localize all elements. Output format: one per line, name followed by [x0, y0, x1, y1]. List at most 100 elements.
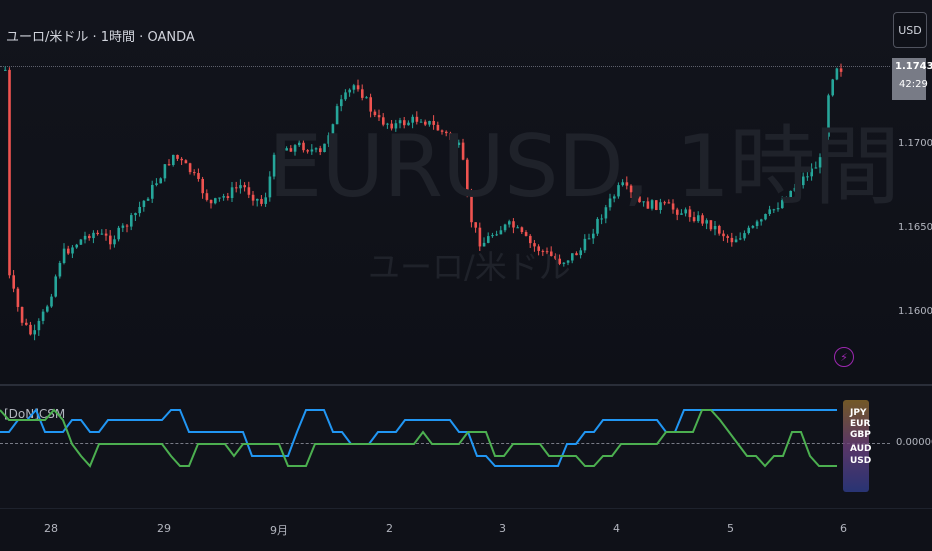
candle-body	[508, 221, 511, 225]
candle-body	[25, 322, 28, 325]
candle-body	[730, 237, 734, 243]
candle-body	[100, 233, 104, 235]
candle-body	[524, 232, 528, 236]
candle-body	[67, 248, 70, 254]
candle-body	[474, 222, 477, 228]
candle-body	[713, 225, 717, 230]
candle-body	[205, 193, 209, 200]
currency-label-aud: AUD	[850, 444, 872, 454]
candle-body	[491, 235, 494, 237]
candle-body	[226, 196, 230, 198]
candle-body	[239, 185, 242, 189]
candle-body	[755, 221, 759, 226]
time-label: 29	[157, 522, 171, 535]
time-axis[interactable]	[0, 508, 932, 551]
candle-body	[214, 198, 217, 204]
candle-body	[113, 239, 116, 245]
candle-body	[251, 194, 255, 201]
candle-body	[159, 178, 162, 184]
time-label: 4	[613, 522, 620, 535]
currency-label-jpy: JPY	[850, 408, 867, 418]
candle-body	[209, 199, 213, 204]
candle-body	[172, 154, 175, 165]
candle-body	[571, 253, 574, 261]
candle-body	[348, 89, 351, 93]
candle-body	[167, 164, 171, 166]
candle-body	[839, 68, 843, 72]
price-tick: 1.16500	[898, 222, 932, 233]
candle-body	[726, 236, 729, 238]
candle-body	[260, 198, 263, 204]
candle-body	[256, 198, 259, 201]
candle-body	[579, 250, 582, 256]
candle-body	[176, 154, 179, 159]
candle-body	[596, 218, 599, 234]
candle-body	[184, 160, 188, 164]
candle-body	[8, 69, 11, 276]
time-label: 5	[727, 522, 734, 535]
time-label: 3	[499, 522, 506, 535]
candle-body	[16, 288, 20, 307]
current-price-tag: 1.17432 42:29	[892, 58, 932, 100]
candle-body	[41, 311, 45, 321]
candle-body	[138, 206, 141, 214]
time-label: 9月	[270, 524, 288, 537]
candle-body	[499, 230, 503, 235]
candle-body	[743, 233, 746, 239]
candle-body	[50, 296, 53, 307]
candle-body	[709, 220, 713, 230]
currency-label-usd: USD	[850, 456, 872, 466]
candle-body	[37, 320, 41, 331]
candle-body	[75, 244, 78, 248]
symbol-title[interactable]: ユーロ/米ドル · 1時間 · OANDA	[6, 26, 195, 45]
candle-body	[197, 173, 200, 179]
price-tick: 1.16000	[898, 306, 932, 317]
candle-body	[495, 234, 498, 236]
candle-body	[188, 163, 192, 173]
candle-body	[180, 158, 183, 161]
candle-body	[201, 178, 204, 194]
time-label: 6	[840, 522, 847, 535]
candle-body	[222, 196, 225, 198]
candle-body	[516, 227, 519, 229]
candle-body	[739, 238, 742, 240]
candle-body	[151, 184, 154, 199]
candle-body	[235, 187, 238, 189]
candle-body	[125, 225, 129, 227]
currency-button[interactable]: USD	[893, 12, 927, 48]
candle-body	[155, 183, 158, 185]
candle-body	[503, 224, 507, 231]
eur-strength-line	[0, 408, 837, 468]
candle-body	[71, 247, 74, 254]
currency-label-gbp: GBP	[850, 430, 871, 440]
candle-body	[46, 306, 49, 312]
time-label: 2	[386, 522, 393, 535]
bar-countdown: 42:29	[899, 79, 928, 90]
candle-body	[230, 187, 234, 198]
candle-body	[592, 233, 595, 239]
candle-body	[58, 262, 62, 277]
candle-body	[520, 227, 524, 233]
candle-body	[121, 225, 125, 228]
candle-body	[163, 164, 167, 179]
candle-body	[264, 197, 267, 204]
candle-body	[12, 275, 15, 289]
candle-body	[835, 68, 839, 80]
candle-body	[146, 198, 150, 201]
lightning-icon[interactable]: ⚡	[834, 347, 854, 367]
candle-body	[587, 238, 591, 240]
candle-body	[104, 233, 108, 236]
indicator-zero-tick: 0.00000	[896, 437, 932, 448]
price-tick: 1.17000	[898, 138, 932, 149]
symbol-watermark: EURUSD, 1時間	[268, 117, 900, 217]
candle-body	[142, 200, 146, 207]
candle-body	[134, 213, 137, 216]
candle-body	[722, 233, 725, 237]
strength-lines	[0, 408, 837, 468]
candle-body	[193, 172, 196, 174]
candle-body	[512, 221, 515, 228]
candle-body	[79, 239, 83, 245]
candle-body	[4, 69, 7, 71]
candle-body	[734, 239, 738, 243]
current-price: 1.17432	[895, 61, 932, 72]
